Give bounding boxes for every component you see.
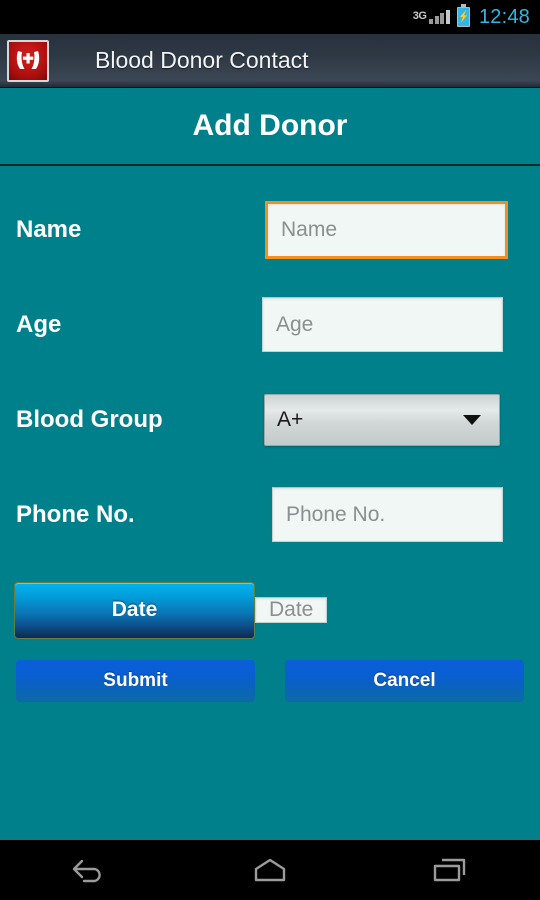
home-icon [254, 858, 286, 882]
donor-form: Name Name Age Age Blood Group A+ Phone N… [0, 166, 540, 840]
blood-group-label: Blood Group [16, 405, 163, 433]
name-label: Name [16, 215, 82, 243]
app-title: Blood Donor Contact [95, 47, 309, 73]
date-input[interactable]: Date [255, 597, 328, 623]
recent-apps-icon [433, 858, 466, 882]
submit-button[interactable]: Submit [16, 660, 255, 702]
form-row-blood-group: Blood Group A+ [0, 372, 540, 467]
recents-button[interactable] [405, 840, 495, 900]
status-bar-icons: 3G ⚡ 12:48 [412, 4, 530, 29]
back-arrow-icon [72, 859, 101, 883]
chevron-down-icon [463, 414, 481, 425]
cancel-button[interactable]: Cancel [285, 660, 524, 702]
action-bar: Blood Donor Contact [0, 34, 540, 88]
charging-bolt-glyph: ⚡ [458, 10, 469, 23]
blood-group-selected-value: A+ [277, 407, 304, 431]
phone-screen: 3G ⚡ 12:48 Blood Donor Contact Add Donor… [0, 0, 540, 900]
name-input[interactable]: Name [265, 200, 508, 259]
form-row-date: Date Date [0, 562, 540, 658]
form-row-age: Age Age [0, 277, 540, 372]
home-button[interactable] [225, 840, 315, 900]
network-type-label: 3G [412, 9, 427, 22]
form-actions: Submit Cancel [0, 660, 540, 702]
form-row-name: Name Name [0, 182, 540, 277]
age-label: Age [16, 310, 62, 338]
phone-input[interactable]: Phone No. [272, 487, 503, 542]
screen-title-container: Add Donor [0, 88, 540, 166]
status-bar-clock: 12:48 [478, 5, 530, 28]
phone-label: Phone No. [16, 500, 135, 528]
age-input[interactable]: Age [262, 297, 503, 352]
date-picker-button[interactable]: Date [14, 581, 255, 639]
status-bar: 3G ⚡ 12:48 [0, 0, 540, 34]
signal-bars-icon [429, 8, 450, 26]
battery-charging-icon: ⚡ [456, 4, 470, 27]
page-title: Add Donor [192, 109, 348, 142]
form-row-phone: Phone No. Phone No. [0, 467, 540, 562]
back-button[interactable] [45, 840, 135, 900]
android-nav-bar [0, 840, 540, 900]
blood-donor-app-icon[interactable] [7, 39, 49, 82]
blood-group-spinner[interactable]: A+ [264, 393, 500, 446]
